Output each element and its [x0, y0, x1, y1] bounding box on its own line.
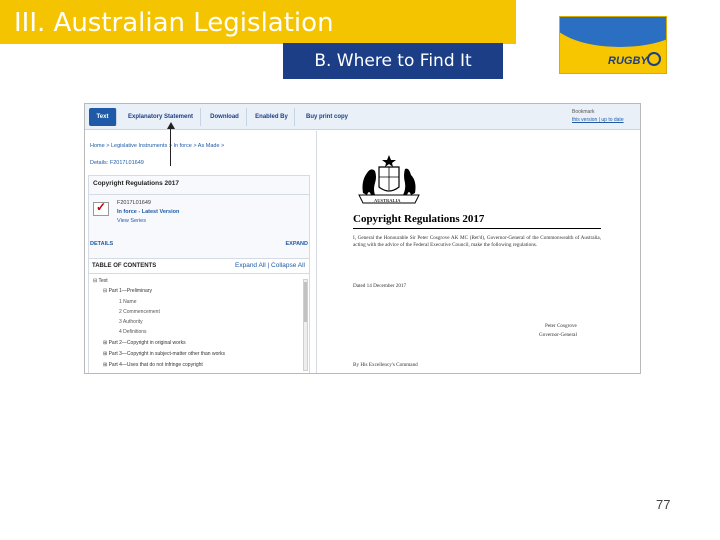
signer-name: Peter Cosgrove	[545, 323, 577, 329]
details-id: Details: F2017L01649	[90, 160, 144, 166]
slide-subtitle: B. Where to Find It	[283, 43, 503, 79]
toc-item[interactable]: ⊞ Part 4—Uses that do not infringe copyr…	[103, 362, 203, 368]
view-series-link[interactable]: View Series	[117, 218, 146, 224]
toc-controls: Expand All | Collapse All	[235, 262, 305, 269]
toc-item[interactable]: ⊟ Text	[93, 278, 108, 284]
breadcrumb-item[interactable]: Home	[90, 143, 105, 149]
toc-item[interactable]: 1 Name	[119, 299, 137, 305]
toc-divider	[89, 273, 309, 274]
annotation-arrow-head	[167, 122, 175, 129]
breadcrumb: Home > Legislative Instruments > In forc…	[90, 143, 310, 149]
expand-details-button[interactable]: EXPAND	[285, 241, 308, 247]
tab-explanatory-statement[interactable]: Explanatory Statement	[121, 108, 201, 126]
scroll-thumb[interactable]	[304, 282, 307, 322]
tab-enabled-by[interactable]: Enabled By	[249, 108, 295, 126]
rugby-logo: RUGBY	[559, 16, 667, 74]
breadcrumb-item[interactable]: Legislative Instruments	[111, 143, 167, 149]
slide-title: III. Australian Legislation	[0, 0, 516, 44]
toc-heading: TABLE OF CONTENTS	[92, 263, 157, 269]
toc-item[interactable]: ⊟ Part 1—Preliminary	[103, 288, 152, 294]
collapse-all-button[interactable]: Collapse All	[271, 262, 305, 269]
details-bar: DETAILS EXPAND	[88, 239, 310, 249]
toc-scrollbar[interactable]	[303, 279, 308, 371]
rugby-ball-icon	[647, 52, 661, 66]
signer-title: Governor-General	[539, 332, 577, 338]
chevron-right-icon: >	[221, 143, 225, 149]
toc-item[interactable]: ⊞ Part 3—Copyright in subject-matter oth…	[103, 351, 225, 357]
tab-download[interactable]: Download	[203, 108, 247, 126]
bookmark-box: Bookmark this version | up to date	[572, 108, 638, 124]
toc-item[interactable]: 2 Commencement	[119, 309, 160, 315]
card-divider	[89, 194, 309, 195]
document-pane: AUSTRALIA Copyright Regulations 2017 I, …	[316, 131, 640, 373]
breadcrumb-item[interactable]: As Made	[198, 143, 220, 149]
legislation-screenshot: Text Explanatory Statement Download Enab…	[84, 103, 641, 374]
toc-item[interactable]: 4 Definitions	[119, 329, 147, 335]
details-label: DETAILS	[90, 241, 114, 247]
tab-buy-print-copy[interactable]: Buy print copy	[297, 108, 357, 126]
toc-item[interactable]: ⊞ Part 2—Copyright in original works	[103, 340, 186, 346]
left-pane: Home > Legislative Instruments > In forc…	[85, 131, 313, 373]
enacting-clause: I, General the Honourable Sir Peter Cosg…	[353, 235, 601, 248]
expand-all-button[interactable]: Expand All	[235, 262, 266, 269]
toc-item[interactable]: 3 Authority	[119, 319, 143, 325]
breadcrumb-item[interactable]: In force	[173, 143, 191, 149]
bookmark-links[interactable]: this version | up to date	[572, 116, 638, 124]
card-status[interactable]: In force - Latest Version	[117, 209, 179, 215]
card-title: Copyright Regulations 2017	[93, 180, 179, 187]
command-line: By His Excellency's Command	[353, 362, 418, 368]
date-line: Dated 14 December 2017	[353, 283, 407, 289]
document-title: Copyright Regulations 2017	[353, 213, 485, 225]
card-id: F2017L01649	[117, 200, 151, 206]
tab-text[interactable]: Text	[89, 108, 117, 126]
title-rule	[353, 228, 601, 229]
logo-swoosh	[560, 17, 666, 47]
logo-wordmark: RUGBY	[608, 55, 648, 67]
in-force-check-icon: ✓	[93, 200, 109, 216]
page-number: 77	[656, 497, 671, 512]
annotation-arrow-line	[170, 124, 171, 166]
table-of-contents: TABLE OF CONTENTS Expand All | Collapse …	[88, 258, 310, 373]
bookmark-label: Bookmark	[572, 109, 595, 115]
instrument-card: Copyright Regulations 2017 ✓ F2017L01649…	[88, 175, 310, 265]
crest-banner: AUSTRALIA	[374, 198, 401, 203]
